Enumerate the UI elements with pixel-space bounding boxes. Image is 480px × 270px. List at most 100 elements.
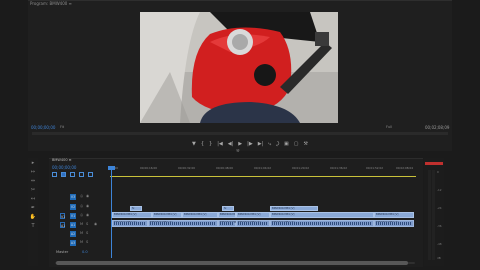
track-visibility-icon[interactable]: ◉ <box>86 194 89 198</box>
playback-quality-select[interactable]: Full <box>386 125 392 129</box>
wrench-icon[interactable]: ⚒ <box>236 148 240 153</box>
audio-clip[interactable]: BMW400.MP4 [A] <box>148 220 218 227</box>
program-current-timecode[interactable]: 00;00;00;00 <box>31 125 55 130</box>
audio-waveform <box>114 222 146 225</box>
program-scrub-bar[interactable] <box>32 132 448 135</box>
clip-label: BMW400.MP4 [V] <box>272 213 295 216</box>
go-to-out-button[interactable]: ▶| <box>258 141 264 147</box>
selection-tool-icon[interactable]: ▸ <box>29 159 37 167</box>
meter-tick: 0 <box>437 170 439 174</box>
clip-label: BMW400.MP4 [V] <box>238 213 261 216</box>
work-area-bar[interactable] <box>110 176 416 177</box>
source-patch[interactable]: A1 <box>60 222 65 228</box>
timeline-clip[interactable]: BMW400.MP4 [V] <box>270 206 318 211</box>
lift-button[interactable]: ⤷ <box>268 141 271 147</box>
timeline-clip[interactable]: fx <box>222 206 234 211</box>
timeline-clip[interactable]: fx <box>130 206 142 211</box>
timeline-timecode[interactable]: 00;00;00;00 <box>52 165 76 170</box>
play-button[interactable]: ▶ <box>238 141 242 147</box>
mark-out-button[interactable]: } <box>209 141 212 147</box>
extract-button[interactable]: ⤸ <box>276 141 279 147</box>
master-label: Master <box>56 250 69 254</box>
timeline-clip[interactable]: BMW400.MP4 [V] <box>374 212 414 218</box>
timeline-settings-icon[interactable] <box>88 172 93 177</box>
clip-label: BMW400.MP4 [V] <box>220 213 235 216</box>
mark-in-button[interactable]: { <box>201 141 204 147</box>
playhead-handle[interactable] <box>108 166 115 170</box>
clip-label: fx <box>224 207 227 210</box>
slip-tool-icon[interactable]: ↤ <box>29 195 37 203</box>
solo-button[interactable]: S <box>86 240 88 244</box>
zoom-fit-select[interactable]: Fit <box>60 125 64 129</box>
razor-tool-icon[interactable]: ✂ <box>29 186 37 194</box>
audio-clip[interactable]: BMW400.MP4 [A] <box>218 220 242 227</box>
timeline-clip[interactable]: BMW400.MP4 [V] <box>152 212 182 218</box>
step-forward-button[interactable]: |▶ <box>247 141 253 147</box>
track-select-tool-icon[interactable]: ↦ <box>29 168 37 176</box>
clip-label: BMW400.MP4 [V] <box>376 213 399 216</box>
microphone-icon[interactable]: ◉ <box>94 222 97 226</box>
timeline-clip[interactable]: BMW400.MP4 [V] <box>236 212 270 218</box>
track-output-icon[interactable]: ◎ <box>80 194 83 198</box>
add-marker-icon[interactable] <box>79 172 84 177</box>
clip-label: BMW400.MP4 [V] <box>114 213 137 216</box>
go-to-in-button[interactable]: |◀ <box>217 141 223 147</box>
program-duration-timecode: 00;02;08;09 <box>425 125 450 130</box>
timeline-clip[interactable]: BMW400.MP4 [V] <box>270 212 374 218</box>
track-label[interactable]: V2 <box>70 204 76 210</box>
track-label[interactable]: V1 <box>70 213 76 219</box>
timeline-clip[interactable]: BMW400.MP4 [V] <box>182 212 218 218</box>
mute-button[interactable]: M <box>80 222 83 226</box>
track-visibility-icon[interactable]: ◉ <box>86 213 89 217</box>
timeline-clip[interactable]: BMW400.MP4 [V] <box>112 212 152 218</box>
ruler-label: 00;00;32;00 <box>178 166 196 170</box>
mute-button[interactable]: M <box>80 240 83 244</box>
audio-clip[interactable]: BMW400.MP4 [A] <box>236 220 270 227</box>
ripple-edit-tool-icon[interactable]: ⇔ <box>29 177 37 185</box>
snap-toggle-icon[interactable] <box>61 172 66 177</box>
linked-selection-icon[interactable] <box>70 172 75 177</box>
playhead-line[interactable] <box>111 166 112 258</box>
mute-button[interactable]: M <box>80 231 83 235</box>
clip-label: fx <box>132 207 135 210</box>
audio-clip[interactable]: BMW400.MP4 [A] <box>270 220 374 227</box>
track-visibility-icon[interactable]: ◉ <box>86 204 89 208</box>
audio-waveform <box>376 222 412 225</box>
track-label[interactable]: A2 <box>70 231 76 237</box>
track-header-v2: V2 ◎ ◉ <box>52 203 108 211</box>
track-label[interactable]: A1 <box>70 222 76 228</box>
track-header-a3: A3 M S <box>52 239 108 247</box>
track-output-icon[interactable]: ◎ <box>80 213 83 217</box>
export-frame-button[interactable]: ▣ <box>284 141 289 147</box>
timeline-clip[interactable]: BMW400.MP4 [V] <box>218 212 236 218</box>
right-margin <box>452 0 480 270</box>
solo-button[interactable]: S <box>86 222 88 226</box>
pen-tool-icon[interactable]: ✒ <box>29 204 37 212</box>
program-monitor-tab[interactable]: Program: BMW400 ≡ <box>30 1 72 6</box>
hand-tool-icon[interactable]: ✋ <box>29 213 37 221</box>
nest-toggle-icon[interactable] <box>52 172 57 177</box>
time-ruler[interactable]: 00;00 00;00;16;00 00;00;32;00 00;00;48;0… <box>110 166 418 176</box>
track-label[interactable]: V3 <box>70 194 76 200</box>
track-output-icon[interactable]: ◎ <box>80 204 83 208</box>
master-volume[interactable]: 0.0 <box>82 250 88 254</box>
solo-button[interactable]: S <box>86 231 88 235</box>
ruler-label: 00;00;48;00 <box>216 166 234 170</box>
type-tool-icon[interactable]: T <box>29 222 37 230</box>
track-header-v1: V1 V1 ◎ ◉ <box>52 212 108 220</box>
timeline-scrollbar-thumb[interactable] <box>56 261 408 265</box>
meter-unit: dB <box>437 256 441 260</box>
step-back-button[interactable]: ◀| <box>228 141 234 147</box>
add-marker-button[interactable]: ▼ <box>192 141 196 147</box>
ruler-label: 00;01;20;02 <box>292 166 310 170</box>
button-editor-button[interactable]: ⚒ <box>304 141 308 147</box>
comparison-view-button[interactable]: ▢ <box>294 141 299 147</box>
audio-clip[interactable]: BMW400.MP4 [A] <box>374 220 414 227</box>
track-label[interactable]: A3 <box>70 240 76 246</box>
sequence-tab[interactable]: BMW400 ≡ <box>52 158 72 162</box>
audio-clip[interactable]: BMW400.MP4 [A] <box>112 220 148 227</box>
audio-meter-right <box>432 170 435 260</box>
source-patch[interactable]: V1 <box>60 213 65 219</box>
clip-label: BMW400.MP4 [V] <box>272 207 295 210</box>
ruler-label: 00;00;16;00 <box>140 166 158 170</box>
